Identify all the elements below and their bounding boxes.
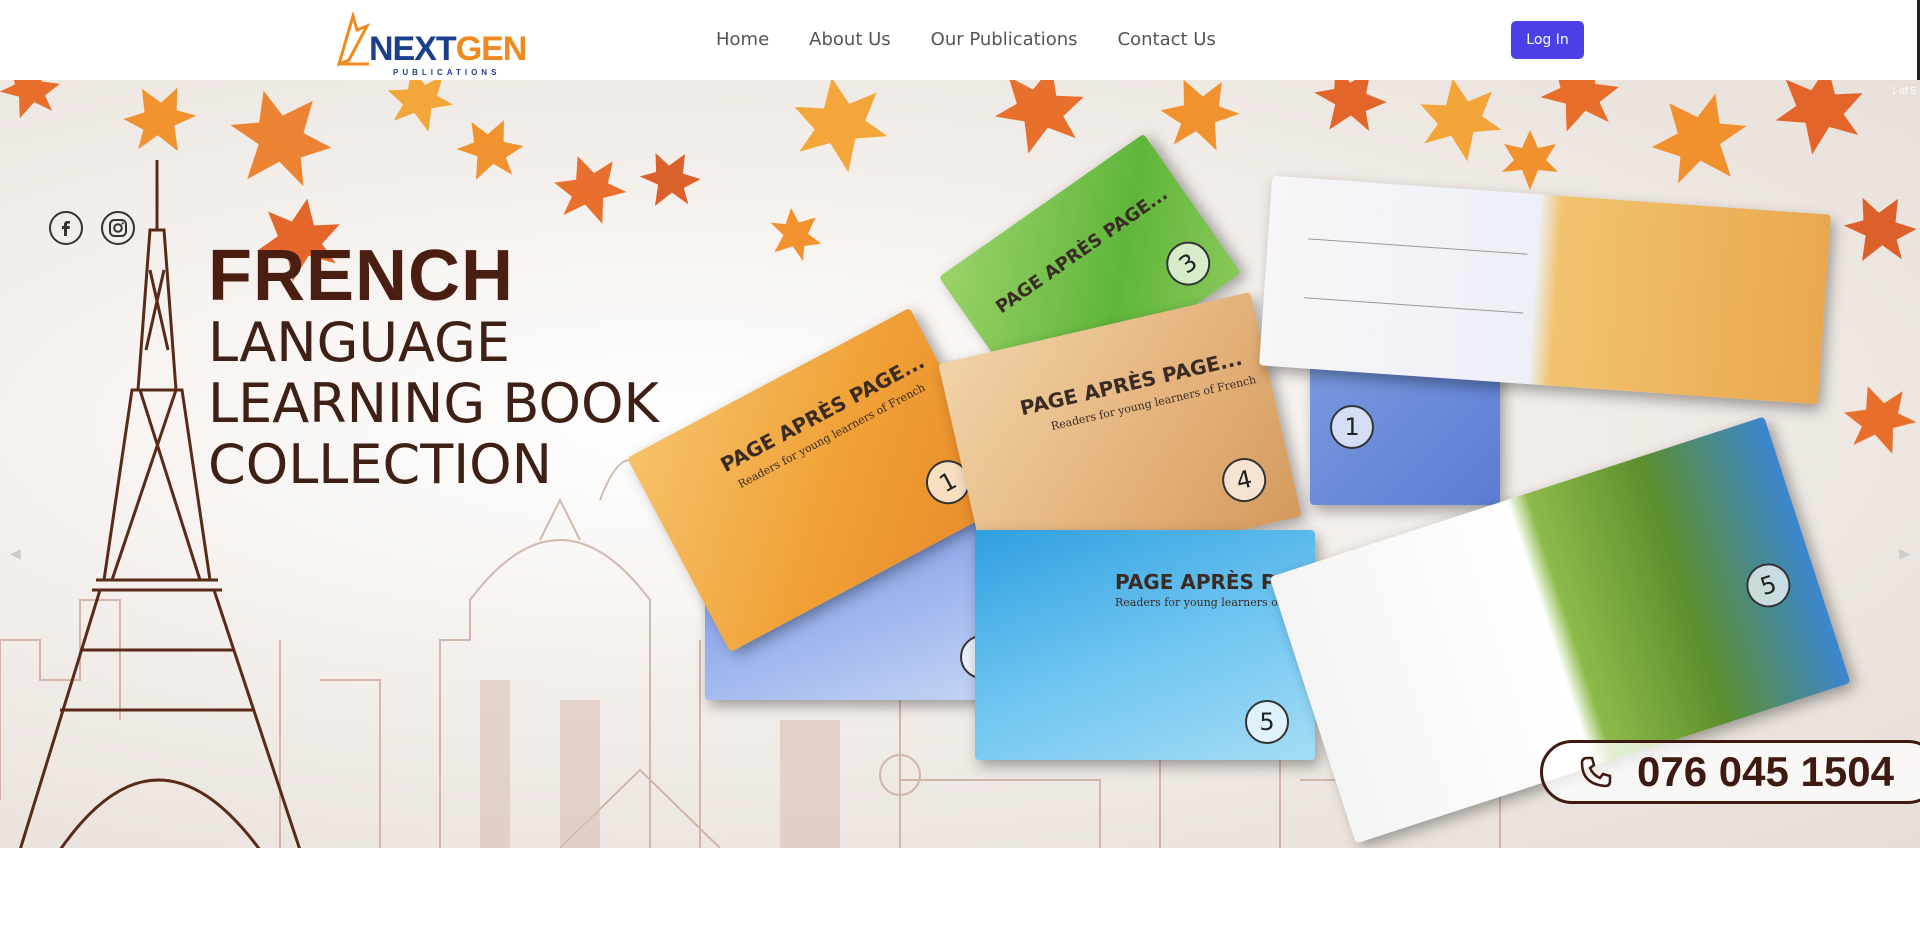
slider-prev-arrow[interactable]: ◀ bbox=[10, 545, 21, 562]
phone-contact-box[interactable]: 076 045 1504 bbox=[1540, 740, 1920, 804]
headline-line-2: LEARNING BOOK bbox=[208, 372, 659, 435]
headline-line-3: COLLECTION bbox=[208, 433, 553, 496]
page-content-below bbox=[0, 848, 1920, 947]
instagram-link[interactable] bbox=[101, 211, 135, 245]
level-badge: 4 bbox=[1217, 453, 1271, 507]
facebook-link[interactable] bbox=[49, 211, 83, 245]
logo-text: NEXTGEN bbox=[369, 30, 528, 68]
hero-banner: 1 of 5 FRENCH LANGUAGE LEARNING BOOK COL… bbox=[0, 80, 1920, 848]
nav-contact-us[interactable]: Contact Us bbox=[1118, 26, 1216, 54]
site-header: NEXTGEN PUBLICATIONS Home About Us Our P… bbox=[0, 0, 1920, 80]
login-button[interactable]: Log In bbox=[1511, 21, 1584, 59]
logo-subtitle: PUBLICATIONS bbox=[393, 68, 501, 77]
hero-headline: FRENCH LANGUAGE LEARNING BOOK COLLECTION bbox=[208, 240, 659, 495]
phone-icon bbox=[1580, 756, 1612, 788]
headline-bold: FRENCH bbox=[208, 236, 514, 316]
nav-about-us[interactable]: About Us bbox=[809, 26, 891, 54]
logo-text-gen: GEN bbox=[455, 30, 528, 68]
open-book-illustrated bbox=[1259, 175, 1831, 405]
nav-home[interactable]: Home bbox=[716, 26, 769, 54]
nav-our-publications[interactable]: Our Publications bbox=[931, 26, 1078, 54]
main-nav: Home About Us Our Publications Contact U… bbox=[716, 26, 1216, 54]
logo-mark-icon bbox=[336, 12, 371, 67]
logo-text-next: NEXT bbox=[369, 30, 457, 68]
facebook-icon bbox=[62, 221, 70, 236]
level-badge: 1 bbox=[1330, 405, 1374, 449]
slide-counter: 1 of 5 bbox=[1890, 86, 1916, 97]
level-badge: 5 bbox=[1740, 557, 1797, 614]
book-cover-level-5-left: PAGE APRÈS PAGE... Readers for young lea… bbox=[975, 530, 1315, 760]
headline-line-1: LANGUAGE bbox=[208, 311, 510, 374]
level-badge: 3 bbox=[1157, 232, 1219, 295]
level-badge: 5 bbox=[1245, 700, 1289, 744]
instagram-icon bbox=[109, 219, 127, 237]
slider-next-arrow[interactable]: ▶ bbox=[1899, 545, 1910, 562]
logo[interactable]: NEXTGEN PUBLICATIONS bbox=[335, 12, 527, 77]
phone-number: 076 045 1504 bbox=[1637, 748, 1894, 795]
